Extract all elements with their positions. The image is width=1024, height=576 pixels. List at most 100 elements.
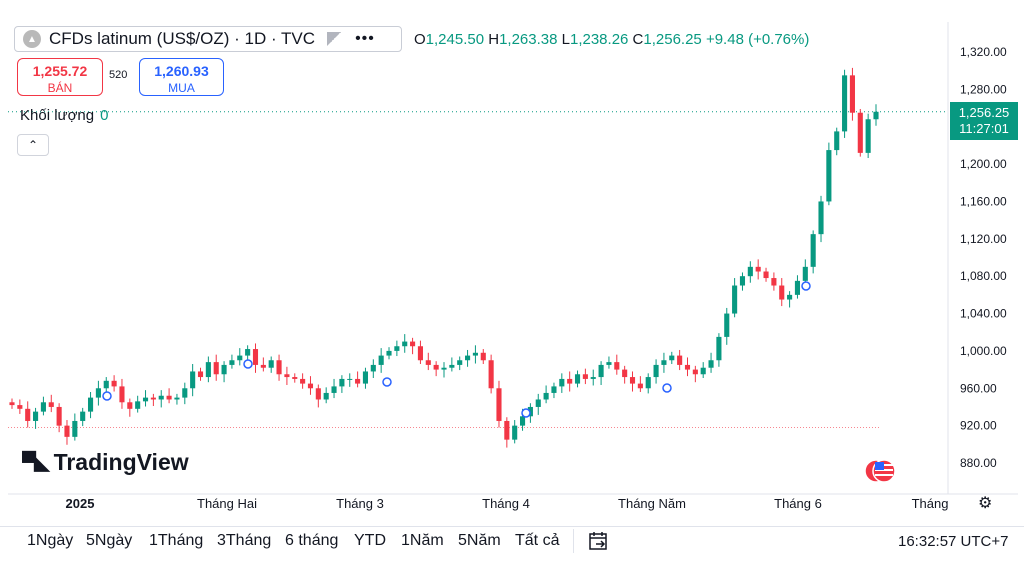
candle-body bbox=[378, 355, 384, 365]
candle-body bbox=[410, 341, 416, 347]
candle-body bbox=[190, 371, 196, 389]
x-tick-label: 2025 bbox=[66, 496, 95, 511]
candle-body bbox=[182, 388, 188, 398]
candle-body bbox=[425, 360, 431, 365]
candle-body bbox=[504, 420, 510, 440]
candle-body bbox=[622, 369, 628, 378]
candle-body bbox=[142, 397, 149, 402]
metal-icon: ▲ bbox=[23, 30, 41, 48]
range-button[interactable]: 1Năm bbox=[401, 532, 444, 550]
candle-body bbox=[166, 395, 172, 400]
buy-button[interactable]: 1,260.93 MUA bbox=[139, 58, 224, 96]
candle-body bbox=[276, 360, 282, 375]
ohlc-readout: O1,245.50 H1,263.38 L1,238.26 C1,256.25 … bbox=[414, 31, 810, 48]
candle-body bbox=[598, 364, 604, 378]
candle-body bbox=[629, 377, 636, 384]
candle-body bbox=[818, 201, 824, 235]
candle-body bbox=[684, 364, 691, 370]
last-price-time: 11:27:01 bbox=[959, 121, 1009, 136]
y-tick-label: 880.00 bbox=[960, 456, 997, 470]
flag-icon[interactable] bbox=[327, 32, 342, 46]
range-button[interactable]: 6 tháng bbox=[285, 532, 338, 550]
candle-body bbox=[614, 362, 620, 370]
goto-date-icon[interactable] bbox=[588, 530, 610, 552]
candle-body bbox=[80, 411, 86, 421]
event-marker bbox=[382, 377, 392, 387]
event-marker bbox=[801, 281, 811, 291]
candle-body bbox=[692, 369, 698, 375]
candle-body bbox=[574, 374, 581, 384]
candle-body bbox=[48, 402, 54, 407]
candle-body bbox=[661, 360, 667, 365]
range-button[interactable]: 5Năm bbox=[458, 532, 501, 550]
candle-body bbox=[842, 75, 848, 132]
candle-body bbox=[25, 408, 31, 421]
event-marker bbox=[243, 359, 253, 369]
candle-body bbox=[402, 341, 408, 347]
candle-body bbox=[72, 420, 78, 437]
tradingview-mark-icon: ▀◣ bbox=[22, 452, 50, 474]
candlestick-chart[interactable]: 1,320.001,280.001,240.001,200.001,160.00… bbox=[8, 22, 1018, 516]
range-button[interactable]: YTD bbox=[354, 532, 386, 550]
candle-body bbox=[40, 402, 46, 412]
candle-body bbox=[724, 313, 730, 337]
range-button[interactable]: 3Tháng bbox=[217, 532, 271, 550]
candle-body bbox=[519, 416, 526, 426]
candle-body bbox=[716, 336, 722, 361]
range-button[interactable]: 1Ngày bbox=[27, 532, 73, 550]
range-button[interactable]: 1Tháng bbox=[149, 532, 203, 550]
candle-body bbox=[221, 364, 227, 375]
candle-body bbox=[488, 360, 494, 389]
volume-label: Khối lượng bbox=[20, 107, 95, 124]
tradingview-logo: ▀◣ TradingView bbox=[22, 449, 189, 475]
candle-body bbox=[174, 397, 180, 400]
symbol-title: CFDs latinum (US$/OZ) · 1D · TVC bbox=[49, 29, 316, 48]
event-marker bbox=[102, 391, 112, 401]
candle-body bbox=[268, 360, 274, 368]
more-horizontal-icon[interactable]: ••• bbox=[355, 30, 375, 48]
candle-body bbox=[33, 411, 39, 421]
candle-body bbox=[582, 374, 588, 379]
symbol-selector[interactable]: ▲ CFDs latinum (US$/OZ) · 1D · TVC ••• bbox=[14, 26, 402, 52]
x-tick-label: Tháng 6 bbox=[774, 496, 822, 511]
candle-body bbox=[213, 362, 219, 375]
close-value: 1,256.25 bbox=[643, 31, 702, 48]
candle-body bbox=[87, 397, 94, 412]
chart-area[interactable]: 1,320.001,280.001,240.001,200.001,160.00… bbox=[8, 22, 1018, 516]
candle-body bbox=[331, 386, 337, 393]
range-button[interactable]: Tất cả bbox=[515, 532, 559, 550]
candle-body bbox=[394, 346, 400, 351]
candle-body bbox=[119, 386, 125, 403]
candle-body bbox=[810, 234, 816, 267]
candle-body bbox=[386, 350, 392, 356]
candle-body bbox=[787, 294, 793, 300]
candle-body bbox=[794, 280, 801, 295]
y-tick-label: 1,280.00 bbox=[960, 82, 1007, 96]
clock: 16:32:57 UTC+7 bbox=[898, 533, 1009, 550]
settings-icon[interactable]: ⚙ bbox=[978, 493, 992, 513]
candle-body bbox=[834, 131, 840, 151]
candle-body bbox=[457, 360, 463, 365]
candle-body bbox=[362, 371, 369, 384]
collapse-button[interactable]: ⌃ bbox=[17, 134, 49, 156]
sell-button[interactable]: 1,255.72 BÁN bbox=[17, 58, 103, 96]
x-tick-label: Tháng 4 bbox=[482, 496, 530, 511]
candle-body bbox=[245, 349, 251, 356]
candle-body bbox=[567, 378, 573, 384]
x-tick-label: Tháng bbox=[912, 496, 949, 511]
candle-body bbox=[135, 401, 141, 409]
candle-body bbox=[260, 364, 266, 368]
event-marker bbox=[521, 408, 531, 418]
candle-body bbox=[417, 346, 423, 361]
range-button[interactable]: 5Ngày bbox=[86, 532, 132, 550]
candle-body bbox=[512, 425, 518, 440]
candle-body bbox=[543, 392, 549, 400]
x-tick-label: Tháng 3 bbox=[336, 496, 384, 511]
candle-body bbox=[95, 388, 101, 398]
candle-body bbox=[9, 402, 15, 406]
candle-body bbox=[339, 378, 345, 387]
us-flag-icons[interactable] bbox=[864, 459, 900, 485]
candle-body bbox=[857, 112, 863, 153]
candle-body bbox=[873, 111, 879, 120]
candle-body bbox=[653, 364, 659, 378]
